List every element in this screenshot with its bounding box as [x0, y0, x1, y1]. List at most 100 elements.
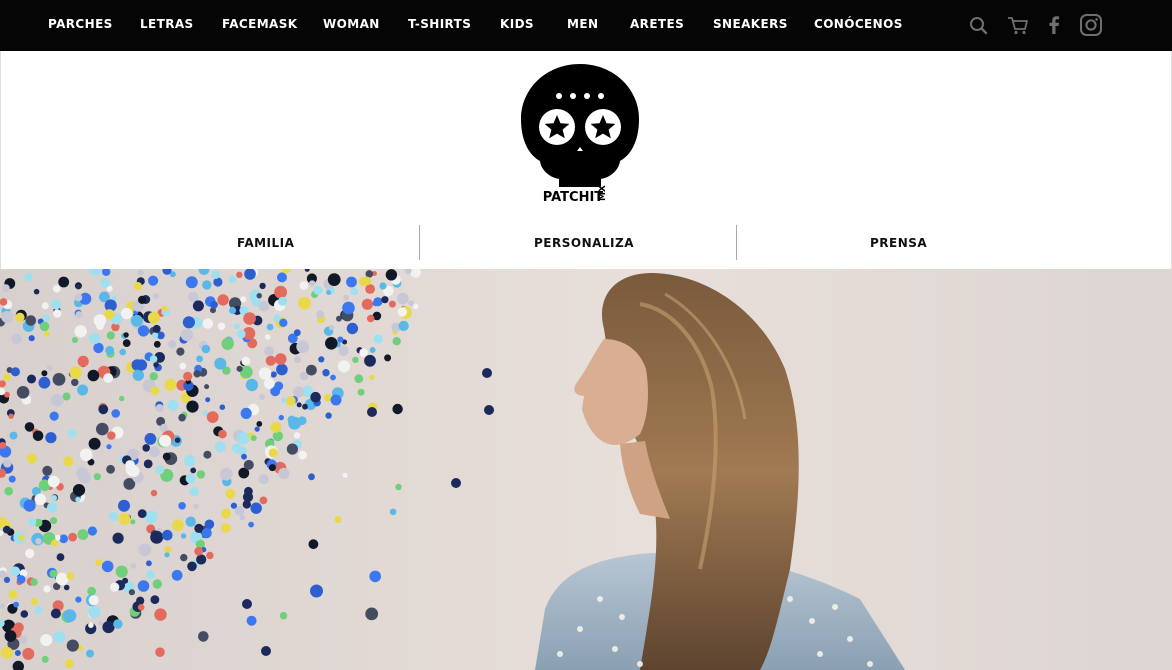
glitter-sequin — [357, 388, 365, 396]
glitter-sequin — [153, 362, 159, 368]
glitter-sequin — [268, 464, 276, 472]
glitter-sequin — [93, 314, 107, 327]
glitter-sequin — [69, 366, 82, 379]
glitter-sequin — [50, 393, 64, 407]
glitter-sequin — [123, 332, 129, 338]
glitter-sequin — [190, 467, 197, 474]
glitter-sequin — [258, 367, 272, 380]
glitter-sequin — [150, 386, 160, 396]
glitter-sequin — [103, 373, 114, 383]
glitter-sequin — [278, 467, 290, 480]
glitter-sequin — [258, 394, 265, 400]
instagram-icon[interactable] — [1078, 12, 1104, 38]
glitter-sequin — [369, 570, 382, 583]
glitter-sequin — [225, 488, 236, 499]
glitter-sequin — [263, 378, 275, 389]
hero-banner — [0, 269, 1172, 670]
glitter-sequin — [397, 307, 408, 317]
glitter-sequin — [187, 561, 197, 572]
nav-item-men[interactable]: MEN — [567, 17, 598, 31]
glitter-sequin — [88, 606, 101, 619]
glitter-sequin — [273, 314, 281, 322]
glitter-sequin — [214, 441, 226, 453]
glitter-sequin — [364, 354, 376, 367]
glitter-sequin — [193, 370, 201, 378]
glitter-sequin — [88, 622, 94, 628]
glitter-sequin — [274, 285, 287, 299]
glitter-sequin — [205, 397, 211, 403]
glitter-sequin — [71, 378, 79, 387]
glitter-sequin — [63, 584, 70, 591]
glitter-sequin — [337, 336, 344, 343]
glitter-sequin — [152, 332, 159, 339]
glitter-sequin — [337, 360, 351, 373]
glitter-sequin — [77, 529, 89, 540]
glitter-sequin — [152, 324, 161, 333]
nav-item-tshirts[interactable]: T-SHIRTS — [408, 17, 471, 31]
glitter-sequin — [178, 502, 186, 510]
glitter-sequin — [369, 347, 376, 353]
glitter-sequin — [75, 496, 81, 503]
glitter-sequin — [137, 269, 144, 276]
glitter-sequin — [53, 631, 66, 643]
glitter-sequin — [174, 437, 181, 443]
glitter-sequin — [334, 516, 342, 524]
glitter-sequin — [164, 546, 172, 554]
glitter-sequin — [389, 508, 397, 516]
glitter-sequin — [285, 396, 296, 406]
search-icon[interactable] — [966, 12, 992, 38]
glitter-sequin — [236, 271, 243, 278]
glitter-sequin — [310, 391, 321, 403]
glitter-sequin — [25, 315, 37, 326]
glitter-sequin — [451, 478, 461, 488]
glitter-sequin — [296, 340, 310, 354]
glitter-sequin — [350, 287, 359, 296]
glitter-sequin — [233, 323, 240, 330]
glitter-sequin — [298, 450, 308, 460]
glitter-sequin — [180, 533, 187, 539]
glitter-sequin — [34, 493, 47, 506]
glitter-sequin — [264, 346, 275, 357]
glitter-sequin — [172, 519, 184, 531]
glitter-sequin — [361, 298, 373, 310]
subnav-item-personaliza[interactable]: PERSONALIZA — [534, 236, 634, 250]
glitter-sequin — [186, 400, 199, 413]
glitter-sequin — [133, 282, 143, 291]
glitter-sequin — [214, 357, 227, 370]
nav-item-kids[interactable]: KIDS — [500, 17, 534, 31]
glitter-sequin — [137, 580, 150, 592]
glitter-sequin — [13, 601, 19, 608]
glitter-sequin — [9, 431, 18, 440]
glitter-sequin — [309, 280, 316, 287]
nav-item-woman[interactable]: WOMAN — [323, 17, 380, 31]
glitter-sequin — [43, 585, 51, 593]
patchit-logo[interactable]: PATCHIT MX — [519, 63, 641, 205]
glitter-sequin — [201, 528, 212, 539]
glitter-sequin — [71, 337, 78, 343]
skull-logo-icon: PATCHIT MX — [521, 64, 639, 205]
subnav-item-familia[interactable]: FAMILIA — [237, 236, 294, 250]
nav-item-conocenos[interactable]: CONÓCENOS — [814, 17, 903, 31]
nav-item-facemask[interactable]: FACEMASK — [222, 17, 297, 31]
glitter-sequin — [278, 414, 284, 421]
glitter-sequin — [203, 450, 212, 459]
glitter-sequin — [50, 608, 61, 619]
facebook-icon[interactable] — [1041, 12, 1067, 38]
glitter-sequin — [398, 320, 409, 331]
nav-item-aretes[interactable]: ARETES — [630, 17, 684, 31]
nav-item-letras[interactable]: LETRAS — [140, 17, 194, 31]
glitter-sequin — [236, 329, 246, 339]
subnav-item-prensa[interactable]: PRENSA — [870, 236, 927, 250]
glitter-sequin — [221, 523, 231, 533]
cart-icon[interactable] — [1005, 12, 1031, 38]
glitter-sequin — [240, 407, 252, 419]
nav-item-parches[interactable]: PARCHES — [48, 17, 113, 31]
glitter-sequin — [365, 284, 375, 294]
glitter-sequin — [230, 502, 237, 509]
glitter-sequin — [342, 472, 348, 478]
nav-item-sneakers[interactable]: SNEAKERS — [713, 17, 788, 31]
glitter-sequin — [256, 293, 262, 299]
glitter-sequin — [119, 348, 126, 356]
glitter-sequin — [64, 659, 74, 668]
glitter-sequin — [359, 276, 369, 286]
